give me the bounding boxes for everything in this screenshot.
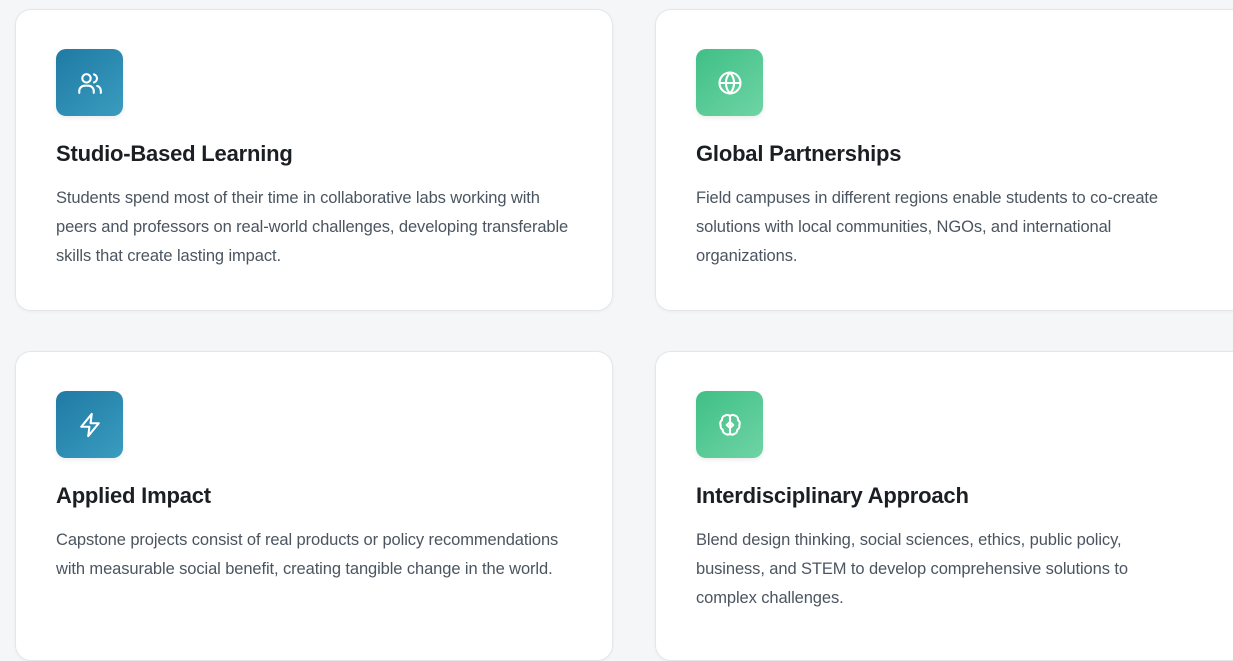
feature-icon-box xyxy=(56,49,123,116)
feature-card-interdisciplinary-approach: Interdisciplinary Approach Blend design … xyxy=(655,351,1233,661)
users-icon xyxy=(77,72,102,94)
feature-title: Studio-Based Learning xyxy=(56,141,293,166)
feature-title: Global Partnerships xyxy=(696,141,902,166)
feature-card-global-partnerships: Global Partnerships Field campuses in di… xyxy=(655,9,1233,311)
lightning-icon xyxy=(79,412,100,437)
features-grid: Studio-Based Learning Students spend mos… xyxy=(0,0,1233,661)
feature-description: Capstone projects consist of real produc… xyxy=(56,531,559,578)
feature-title: Interdisciplinary Approach xyxy=(696,483,969,508)
feature-card-studio-based-learning: Studio-Based Learning Students spend mos… xyxy=(15,9,613,311)
feature-description: Students spend most of their time in col… xyxy=(56,189,569,265)
brain-icon xyxy=(718,413,741,436)
feature-description: Field campuses in different regions enab… xyxy=(696,189,1158,265)
feature-icon-box xyxy=(696,49,763,116)
feature-icon-box xyxy=(56,391,123,458)
feature-icon-box xyxy=(696,391,763,458)
feature-card-applied-impact: Applied Impact Capstone projects consist… xyxy=(15,351,613,661)
feature-title: Applied Impact xyxy=(56,483,211,508)
globe-icon xyxy=(717,70,742,95)
feature-description: Blend design thinking, social sciences, … xyxy=(696,531,1128,607)
